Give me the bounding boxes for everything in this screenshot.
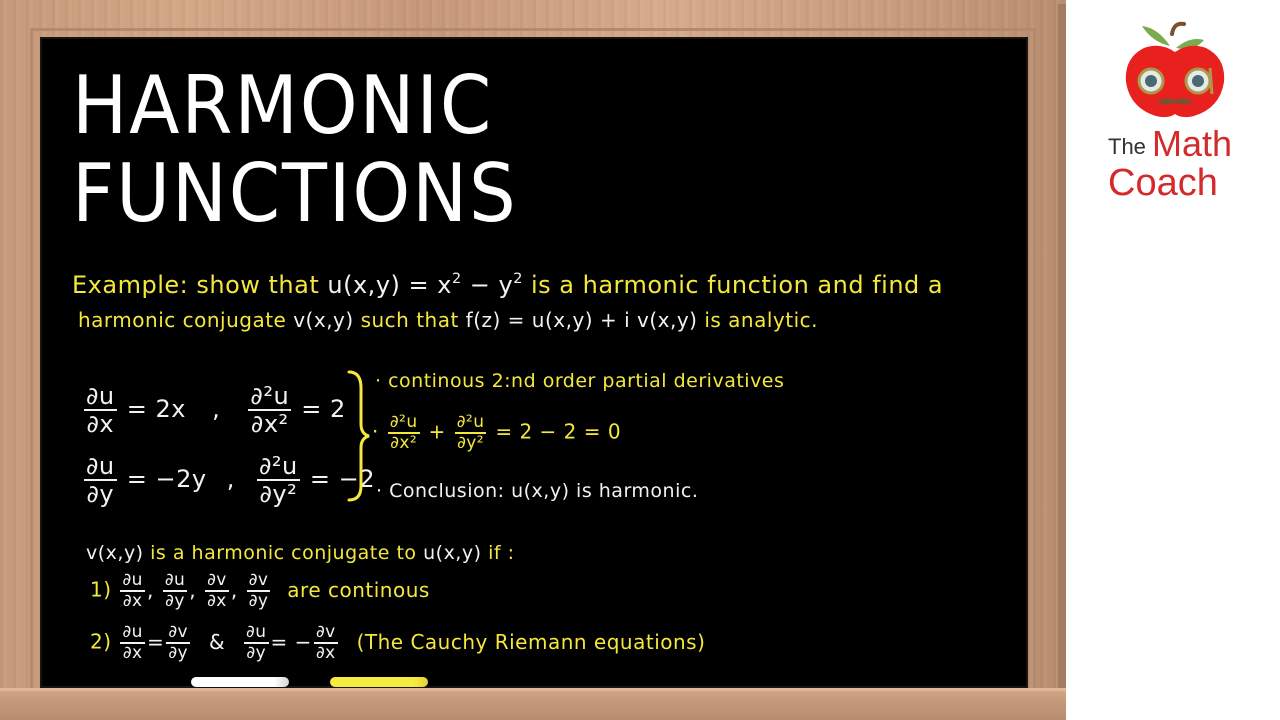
function-u: u(x,y) = x2 − y2: [327, 271, 523, 300]
fraction-du-dx: ∂u ∂x: [84, 382, 117, 438]
example-text-2: is a harmonic function and find a: [530, 271, 944, 300]
example-text-4: such that: [360, 308, 459, 332]
fraction-du-dx: ∂u ∂x: [120, 570, 145, 611]
example-text-3: harmonic conjugate: [78, 308, 287, 332]
value-du-dx: = 2x: [126, 395, 186, 423]
logo-math: Math: [1152, 123, 1233, 164]
fraction-dv-dy: ∂v ∂y: [166, 622, 191, 663]
title-line-2: FUNCTIONS: [72, 147, 518, 240]
derivative-row-1: ∂u ∂x = 2x , ∂²u ∂x² = 2: [82, 384, 346, 436]
logo-the: The: [1108, 134, 1146, 159]
value-du-dy: = −2y: [126, 465, 207, 493]
fraction-du-dy: ∂u ∂y: [84, 452, 117, 508]
fraction-dv-dy: ∂v ∂y: [246, 570, 271, 611]
fraction-dv-dx: ∂v ∂x: [204, 570, 229, 611]
fraction-d2u-dy2: ∂²u ∂y²: [257, 452, 300, 508]
logo-coach: Coach: [1108, 162, 1218, 204]
example-text: show that: [196, 271, 320, 300]
function-v: v(x,y): [293, 308, 354, 332]
curly-brace: [347, 370, 370, 502]
bullet-conclusion: · Conclusion: u(x,y) is harmonic.: [376, 480, 699, 502]
math-coach-logo: The Math Coach: [1100, 20, 1250, 210]
fraction-d2u-dy2: ∂²u ∂y²: [454, 412, 487, 453]
condition-1: 1) ∂u ∂x, ∂u ∂y, ∂v ∂x, ∂v ∂y are continous: [90, 570, 430, 611]
white-chalk: [191, 677, 289, 687]
fraction-du-dx: ∂u ∂x: [120, 622, 145, 663]
function-f: f(z) = u(x,y) + i v(x,y): [465, 308, 698, 332]
condition-2: 2) ∂u ∂x = ∂v ∂y & ∂u ∂y = − ∂v ∂x (The Cauchy R…: [90, 622, 706, 663]
fraction-du-dy: ∂u ∂y: [243, 622, 269, 663]
fraction-du-dy: ∂u ∂y: [162, 570, 188, 611]
example-line-1: Example: show that u(x,y) = x2 − y2 is a…: [72, 272, 943, 297]
fraction-d2u-dx2: ∂²u ∂x²: [248, 382, 292, 438]
example-line-2: harmonic conjugate v(x,y) such that f(z)…: [78, 310, 818, 330]
frame-edge: [1058, 4, 1066, 720]
fraction-d2u-dx2: ∂²u ∂x²: [387, 412, 420, 453]
separator: ,: [212, 395, 221, 423]
fraction-dv-dx: ∂v ∂x: [313, 622, 338, 663]
bullet-laplace: · ∂²u ∂x² + ∂²u ∂y² = 2 − 2 = 0: [372, 412, 622, 453]
laplace-result: = 2 − 2 = 0: [495, 419, 622, 444]
apple-with-glasses-icon: [1125, 21, 1225, 118]
example-label: Example:: [72, 271, 189, 300]
example-text-5: is analytic.: [704, 308, 818, 332]
cauchy-riemann-note: (The Cauchy Riemann equations): [356, 629, 706, 654]
conjugate-heading: v(x,y) is a harmonic conjugate to u(x,y)…: [86, 542, 515, 564]
derivative-row-2: ∂u ∂y = −2y , ∂²u ∂y² = −2: [82, 454, 375, 506]
separator: ,: [226, 465, 235, 493]
yellow-chalk: [330, 677, 428, 687]
title-line-1: HARMONIC: [72, 59, 494, 152]
bullet-continuous: · continous 2:nd order partial derivativ…: [375, 370, 785, 392]
chalk-tray: [0, 688, 1066, 720]
value-d2u-dx2: = 2: [301, 395, 346, 423]
